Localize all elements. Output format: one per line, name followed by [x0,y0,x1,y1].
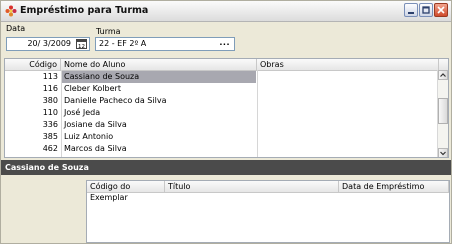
table-row[interactable]: 113 Cassiano de Souza [5,71,435,83]
cell-nome: Cleber Kolbert [64,84,121,93]
emprestimo-window: Empréstimo para Turma Data 20/ 3/2009 12… [0,0,452,244]
table-row[interactable]: 380 Danielle Pacheco da Silva [5,95,435,107]
cell-nome: Luiz Antonio [64,132,114,141]
table-row[interactable]: 336 Josiane da Silva [5,119,435,131]
students-grid[interactable]: Código Nome do Aluno Obras 113 Cassiano … [4,58,449,158]
loans-grid[interactable]: Código do Exemplar Título Data de Emprés… [86,180,450,243]
scroll-thumb[interactable] [438,98,448,124]
turma-field[interactable]: 22 - EF 2º A ... [95,37,235,51]
title-bar[interactable]: Empréstimo para Turma [1,1,451,22]
table-row[interactable]: 116 Cleber Kolbert [5,83,435,95]
col-titulo[interactable]: Título [165,181,339,192]
close-icon [437,6,445,14]
chevron-down-icon [440,151,446,156]
cell-codigo: 336 [42,120,58,129]
loans-grid-header: Código do Exemplar Título Data de Emprés… [87,181,449,202]
turma-lookup-button[interactable]: ... [219,37,230,49]
left-pane [1,175,85,243]
turma-value: 22 - EF 2º A [99,39,147,48]
data-value: 20/ 3/2009 [27,39,71,48]
data-label: Data [6,24,26,33]
col-nome-do-aluno[interactable]: Nome do Aluno [61,59,257,70]
cell-nome: José Jeda [64,108,101,117]
scroll-up-button[interactable] [438,70,448,80]
selected-student-band: Cassiano de Souza [1,160,451,175]
turma-label: Turma [96,27,121,36]
col-data-de-emprestimo[interactable]: Data de Empréstimo [339,181,449,192]
cell-codigo: 116 [42,84,58,93]
vertical-scrollbar[interactable] [437,70,448,157]
col-obras[interactable]: Obras [257,59,439,70]
cell-codigo: 380 [42,96,58,105]
app-flower-icon [5,5,17,17]
maximize-icon [422,6,430,14]
cell-codigo: 113 [42,72,58,81]
minimize-button[interactable] [404,3,418,17]
table-row[interactable]: 110 José Jeda [5,107,435,119]
col-codigo-do-exemplar[interactable]: Código do Exemplar [87,181,165,202]
cell-nome: Josiane da Silva [64,120,127,129]
students-grid-header: Código Nome do Aluno Obras [5,59,448,71]
data-field[interactable]: 20/ 3/2009 12 [6,37,90,51]
cell-nome: Marcos da Silva [64,144,127,153]
close-button[interactable] [434,3,448,17]
window-title: Empréstimo para Turma [20,5,149,16]
minimize-icon [408,12,414,14]
calendar-icon[interactable]: 12 [76,39,87,49]
scroll-down-button[interactable] [438,148,448,157]
cell-codigo: 462 [42,144,58,153]
cell-nome: Danielle Pacheco da Silva [64,96,167,105]
col-codigo[interactable]: Código [5,59,61,70]
table-row[interactable]: 385 Luiz Antonio [5,131,435,143]
table-row[interactable]: 462 Marcos da Silva [5,143,435,155]
maximize-button[interactable] [419,3,433,17]
cell-nome: Cassiano de Souza [62,71,256,83]
cell-codigo: 110 [42,108,58,117]
svg-text:12: 12 [78,44,85,49]
chevron-up-icon [440,73,446,77]
cell-codigo: 385 [42,132,58,141]
